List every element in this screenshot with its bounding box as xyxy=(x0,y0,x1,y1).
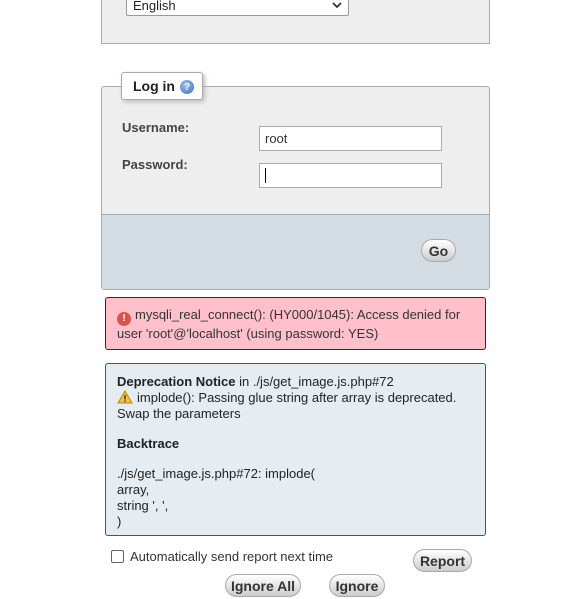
notice-message: implode(): Passing glue string after arr… xyxy=(117,390,457,421)
password-input[interactable] xyxy=(259,163,442,188)
auto-send-checkbox[interactable] xyxy=(111,550,124,563)
error-text: mysqli_real_connect(): (HY000/1045): Acc… xyxy=(117,307,461,341)
chevron-down-icon xyxy=(332,2,342,9)
text-caret xyxy=(265,168,266,183)
login-legend: Log in ? xyxy=(121,72,203,100)
backtrace-line: ) xyxy=(117,514,122,529)
backtrace-line: array, xyxy=(117,482,150,497)
username-input-value: root xyxy=(265,131,288,146)
error-icon: ! xyxy=(117,312,131,326)
warning-icon xyxy=(117,390,133,404)
go-button[interactable]: Go xyxy=(421,239,456,262)
error-message: ! mysqli_real_connect(): (HY000/1045): Ac… xyxy=(105,297,486,350)
notice-heading-line: Deprecation Notice in ./js/get_image.js.… xyxy=(117,374,475,390)
backtrace-line: ./js/get_image.js.php#72: implode( xyxy=(117,466,316,481)
username-label: Username: xyxy=(122,120,190,135)
deprecation-notice: Deprecation Notice in ./js/get_image.js.… xyxy=(105,363,486,536)
username-input[interactable]: root xyxy=(259,126,442,151)
report-button[interactable]: Report xyxy=(413,549,472,572)
help-icon[interactable]: ? xyxy=(180,80,194,94)
notice-location: in ./js/get_image.js.php#72 xyxy=(235,374,394,389)
notice-title: Deprecation Notice xyxy=(117,374,236,389)
backtrace-title: Backtrace xyxy=(117,436,180,451)
notice-message-line: implode(): Passing glue string after arr… xyxy=(117,390,475,422)
login-legend-label: Log in xyxy=(133,78,175,94)
password-label: Password: xyxy=(122,157,188,172)
ignore-button[interactable]: Ignore xyxy=(329,574,385,597)
backtrace-line: string ', ', xyxy=(117,498,169,513)
ignore-all-button[interactable]: Ignore All xyxy=(225,574,301,597)
language-select[interactable]: English xyxy=(126,0,349,16)
language-select-value: English xyxy=(133,0,176,13)
auto-send-label[interactable]: Automatically send report next time xyxy=(130,549,333,564)
